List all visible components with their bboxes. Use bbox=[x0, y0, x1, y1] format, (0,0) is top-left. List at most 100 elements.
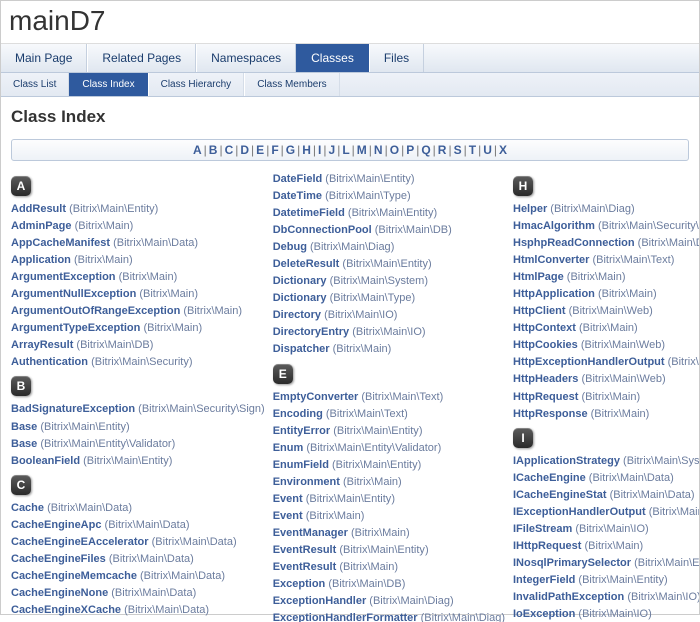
class-link[interactable]: CacheEngineXCache (Bitrix\Main\Data) bbox=[11, 602, 265, 619]
alpha-link-s[interactable]: S bbox=[454, 143, 462, 157]
class-link[interactable]: EntityError (Bitrix\Main\Entity) bbox=[273, 423, 505, 440]
class-link[interactable]: HttpExceptionHandlerOutput (Bitrix\Main\… bbox=[513, 354, 699, 371]
class-link[interactable]: Enum (Bitrix\Main\Entity\Validator) bbox=[273, 440, 505, 457]
class-link[interactable]: AdminPage (Bitrix\Main) bbox=[11, 218, 265, 235]
tab-files[interactable]: Files bbox=[369, 44, 424, 72]
subtab-class-index[interactable]: Class Index bbox=[69, 73, 147, 96]
class-link[interactable]: Dispatcher (Bitrix\Main) bbox=[273, 341, 505, 358]
class-link[interactable]: CacheEngineApc (Bitrix\Main\Data) bbox=[11, 517, 265, 534]
alpha-link-r[interactable]: R bbox=[438, 143, 447, 157]
alpha-link-x[interactable]: X bbox=[499, 143, 507, 157]
alpha-link-c[interactable]: C bbox=[225, 143, 234, 157]
alpha-link-i[interactable]: I bbox=[318, 143, 321, 157]
class-link[interactable]: ArgumentException (Bitrix\Main) bbox=[11, 269, 265, 286]
tab-namespaces[interactable]: Namespaces bbox=[196, 44, 296, 72]
class-link[interactable]: Dictionary (Bitrix\Main\Type) bbox=[273, 290, 505, 307]
class-link[interactable]: HttpContext (Bitrix\Main) bbox=[513, 320, 699, 337]
class-link[interactable]: EventResult (Bitrix\Main\Entity) bbox=[273, 542, 505, 559]
class-link[interactable]: IExceptionHandlerOutput (Bitrix\Main\Dia… bbox=[513, 504, 699, 521]
class-link[interactable]: EmptyConverter (Bitrix\Main\Text) bbox=[273, 389, 505, 406]
alpha-link-p[interactable]: P bbox=[406, 143, 414, 157]
class-link[interactable]: BooleanField (Bitrix\Main\Entity) bbox=[11, 453, 265, 470]
alpha-link-t[interactable]: T bbox=[469, 143, 476, 157]
class-link[interactable]: EventResult (Bitrix\Main) bbox=[273, 559, 505, 576]
class-link[interactable]: BadSignatureException (Bitrix\Main\Secur… bbox=[11, 401, 265, 418]
class-link[interactable]: Event (Bitrix\Main) bbox=[273, 508, 505, 525]
class-link[interactable]: ArgumentNullException (Bitrix\Main) bbox=[11, 286, 265, 303]
class-link[interactable]: IoException (Bitrix\Main\IO) bbox=[513, 606, 699, 622]
class-link[interactable]: InvalidPathException (Bitrix\Main\IO) bbox=[513, 589, 699, 606]
alpha-link-d[interactable]: D bbox=[240, 143, 249, 157]
class-link[interactable]: HttpRequest (Bitrix\Main) bbox=[513, 389, 699, 406]
alpha-link-q[interactable]: Q bbox=[421, 143, 430, 157]
alpha-link-m[interactable]: M bbox=[357, 143, 367, 157]
class-link[interactable]: Application (Bitrix\Main) bbox=[11, 252, 265, 269]
class-link[interactable]: DateTime (Bitrix\Main\Type) bbox=[273, 188, 505, 205]
class-link[interactable]: CacheEngineFiles (Bitrix\Main\Data) bbox=[11, 551, 265, 568]
class-link[interactable]: ICacheEngineStat (Bitrix\Main\Data) bbox=[513, 487, 699, 504]
class-link[interactable]: EnumField (Bitrix\Main\Entity) bbox=[273, 457, 505, 474]
class-link[interactable]: CacheEngineNone (Bitrix\Main\Data) bbox=[11, 585, 265, 602]
class-link[interactable]: INosqlPrimarySelector (Bitrix\Main\Entit… bbox=[513, 555, 699, 572]
alpha-link-h[interactable]: H bbox=[302, 143, 311, 157]
class-link[interactable]: Exception (Bitrix\Main\DB) bbox=[273, 576, 505, 593]
alpha-link-g[interactable]: G bbox=[286, 143, 295, 157]
class-link[interactable]: Event (Bitrix\Main\Entity) bbox=[273, 491, 505, 508]
class-link[interactable]: Directory (Bitrix\Main\IO) bbox=[273, 307, 505, 324]
class-link[interactable]: ExceptionHandler (Bitrix\Main\Diag) bbox=[273, 593, 505, 610]
alpha-link-b[interactable]: B bbox=[209, 143, 218, 157]
class-name: DateField bbox=[273, 173, 326, 185]
class-link[interactable]: HttpHeaders (Bitrix\Main\Web) bbox=[513, 371, 699, 388]
class-link[interactable]: CacheEngineMemcache (Bitrix\Main\Data) bbox=[11, 568, 265, 585]
class-link[interactable]: IApplicationStrategy (Bitrix\Main\System… bbox=[513, 453, 699, 470]
class-link[interactable]: DateField (Bitrix\Main\Entity) bbox=[273, 171, 505, 188]
class-link[interactable]: EventManager (Bitrix\Main) bbox=[273, 525, 505, 542]
subtab-class-list[interactable]: Class List bbox=[1, 73, 69, 96]
class-link[interactable]: Encoding (Bitrix\Main\Text) bbox=[273, 406, 505, 423]
tab-related-pages[interactable]: Related Pages bbox=[87, 44, 196, 72]
class-link[interactable]: HttpCookies (Bitrix\Main\Web) bbox=[513, 337, 699, 354]
class-link[interactable]: ArrayResult (Bitrix\Main\DB) bbox=[11, 337, 265, 354]
class-link[interactable]: DbConnectionPool (Bitrix\Main\DB) bbox=[273, 222, 505, 239]
class-link[interactable]: DeleteResult (Bitrix\Main\Entity) bbox=[273, 256, 505, 273]
class-link[interactable]: HttpApplication (Bitrix\Main) bbox=[513, 286, 699, 303]
class-link[interactable]: Base (Bitrix\Main\Entity) bbox=[11, 419, 265, 436]
class-link[interactable]: IntegerField (Bitrix\Main\Entity) bbox=[513, 572, 699, 589]
alpha-link-n[interactable]: N bbox=[374, 143, 383, 157]
alpha-link-a[interactable]: A bbox=[193, 143, 202, 157]
alpha-link-f[interactable]: F bbox=[271, 143, 278, 157]
class-link[interactable]: ExceptionHandlerFormatter (Bitrix\Main\D… bbox=[273, 610, 505, 622]
class-link[interactable]: ICacheEngine (Bitrix\Main\Data) bbox=[513, 470, 699, 487]
class-link[interactable]: Helper (Bitrix\Main\Diag) bbox=[513, 201, 699, 218]
class-link[interactable]: Environment (Bitrix\Main) bbox=[273, 474, 505, 491]
tab-main-page[interactable]: Main Page bbox=[1, 44, 87, 72]
class-link[interactable]: DatetimeField (Bitrix\Main\Entity) bbox=[273, 205, 505, 222]
alpha-link-u[interactable]: U bbox=[483, 143, 492, 157]
class-link[interactable]: CacheEngineEAccelerator (Bitrix\Main\Dat… bbox=[11, 534, 265, 551]
class-link[interactable]: AddResult (Bitrix\Main\Entity) bbox=[11, 201, 265, 218]
subtab-class-members[interactable]: Class Members bbox=[244, 73, 339, 96]
class-link[interactable]: HtmlConverter (Bitrix\Main\Text) bbox=[513, 252, 699, 269]
tab-classes[interactable]: Classes bbox=[296, 44, 369, 72]
subtab-class-hierarchy[interactable]: Class Hierarchy bbox=[148, 73, 245, 96]
class-link[interactable]: Dictionary (Bitrix\Main\System) bbox=[273, 273, 505, 290]
class-link[interactable]: IFileStream (Bitrix\Main\IO) bbox=[513, 521, 699, 538]
class-link[interactable]: Cache (Bitrix\Main\Data) bbox=[11, 500, 265, 517]
class-link[interactable]: HttpClient (Bitrix\Main\Web) bbox=[513, 303, 699, 320]
class-link[interactable]: Base (Bitrix\Main\Entity\Validator) bbox=[11, 436, 265, 453]
class-link[interactable]: IHttpRequest (Bitrix\Main) bbox=[513, 538, 699, 555]
class-link[interactable]: ArgumentOutOfRangeException (Bitrix\Main… bbox=[11, 303, 265, 320]
class-link[interactable]: ArgumentTypeException (Bitrix\Main) bbox=[11, 320, 265, 337]
alpha-link-e[interactable]: E bbox=[256, 143, 264, 157]
class-link[interactable]: HttpResponse (Bitrix\Main) bbox=[513, 406, 699, 423]
class-link[interactable]: Debug (Bitrix\Main\Diag) bbox=[273, 239, 505, 256]
alpha-link-o[interactable]: O bbox=[390, 143, 399, 157]
class-link[interactable]: HmacAlgorithm (Bitrix\Main\Security\Sign… bbox=[513, 218, 699, 235]
class-link[interactable]: HsphpReadConnection (Bitrix\Main\Data) bbox=[513, 235, 699, 252]
class-link[interactable]: HtmlPage (Bitrix\Main) bbox=[513, 269, 699, 286]
class-link[interactable]: Authentication (Bitrix\Main\Security) bbox=[11, 354, 265, 371]
class-link[interactable]: DirectoryEntry (Bitrix\Main\IO) bbox=[273, 324, 505, 341]
alpha-link-l[interactable]: L bbox=[342, 143, 349, 157]
alpha-link-j[interactable]: J bbox=[329, 143, 336, 157]
class-link[interactable]: AppCacheManifest (Bitrix\Main\Data) bbox=[11, 235, 265, 252]
